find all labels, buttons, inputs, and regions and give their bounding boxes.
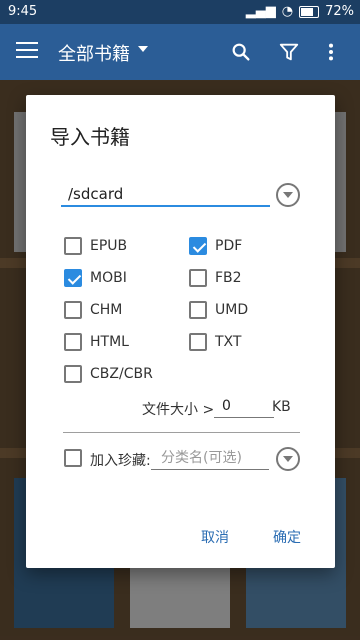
fb2-label: FB2 — [215, 270, 242, 286]
file-size-input[interactable]: 0 — [214, 395, 274, 418]
file-size-label: 文件大小 > — [142, 402, 215, 418]
epub-label: EPUB — [90, 238, 128, 254]
search-icon[interactable] — [230, 41, 252, 63]
dialog-title: 导入书籍 — [50, 125, 130, 149]
txt-checkbox[interactable] — [189, 333, 207, 351]
status-right: ▂▄▆ ◔ 72% — [246, 4, 354, 19]
status-bar: 9:45 ▂▄▆ ◔ 72% — [0, 0, 360, 24]
html-label: HTML — [90, 334, 129, 350]
status-time: 9:45 — [8, 4, 38, 19]
menu-icon[interactable] — [16, 42, 38, 60]
more-options-icon[interactable] — [325, 41, 337, 63]
txt-label: TXT — [215, 334, 242, 350]
epub-checkbox[interactable] — [64, 237, 82, 255]
path-input[interactable]: /sdcard — [61, 183, 270, 207]
title-dropdown-icon[interactable] — [138, 46, 148, 52]
app-bar: 全部书籍 — [0, 24, 360, 80]
fb2-checkbox[interactable] — [189, 269, 207, 287]
mobi-label: MOBI — [90, 270, 127, 286]
cbz-cbr-label: CBZ/CBR — [90, 366, 153, 382]
pdf-checkbox[interactable] — [189, 237, 207, 255]
filter-icon[interactable] — [278, 41, 300, 63]
category-dropdown-icon[interactable] — [276, 447, 300, 471]
confirm-button[interactable]: 确定 — [273, 527, 301, 547]
umd-checkbox[interactable] — [189, 301, 207, 319]
category-name-input[interactable]: 分类名(可选) — [151, 447, 269, 470]
wifi-icon: ◔ — [281, 4, 294, 19]
battery-icon — [299, 5, 320, 18]
signal-icon: ▂▄▆ — [245, 4, 276, 19]
import-books-dialog: 导入书籍 /sdcard EPUB PDF MOBI FB2 CHM UMD H… — [26, 95, 335, 568]
pdf-label: PDF — [215, 238, 243, 254]
cancel-button[interactable]: 取消 — [201, 527, 229, 547]
mobi-checkbox[interactable] — [64, 269, 82, 287]
add-to-favorites-label: 加入珍藏: — [90, 453, 151, 469]
divider — [63, 432, 300, 433]
chm-label: CHM — [90, 302, 123, 318]
html-checkbox[interactable] — [64, 333, 82, 351]
battery-percent: 72% — [325, 4, 354, 19]
path-dropdown-icon[interactable] — [276, 183, 300, 207]
add-to-favorites-checkbox[interactable] — [64, 449, 82, 467]
umd-label: UMD — [215, 302, 249, 318]
page-title[interactable]: 全部书籍 — [58, 40, 130, 66]
chm-checkbox[interactable] — [64, 301, 82, 319]
file-size-unit: KB — [272, 399, 291, 415]
cbz-cbr-checkbox[interactable] — [64, 365, 82, 383]
